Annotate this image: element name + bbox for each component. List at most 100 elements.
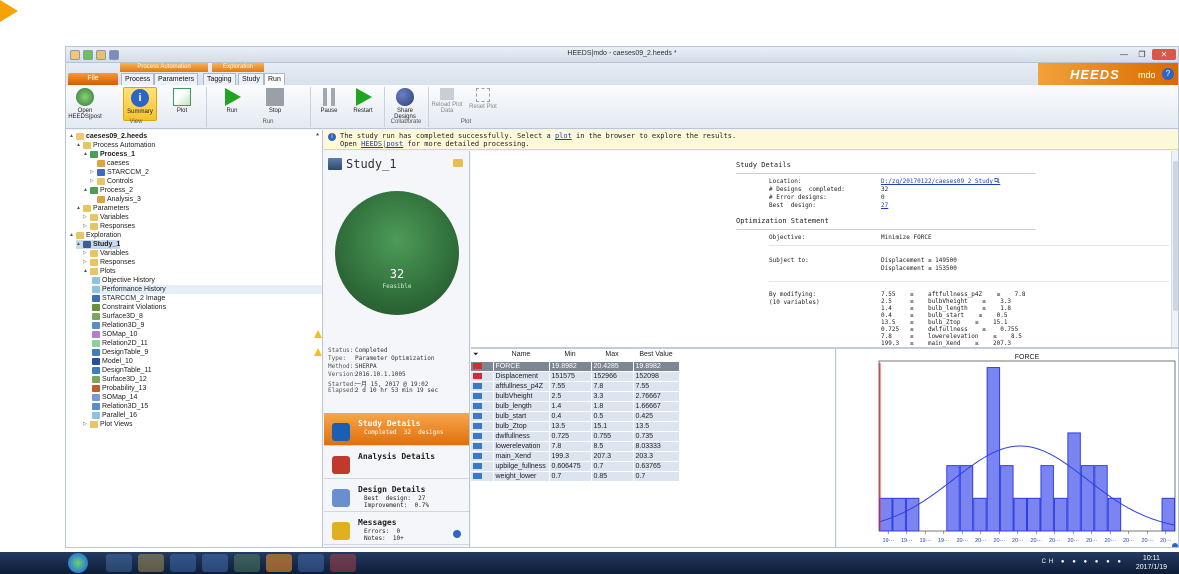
tree-process-2[interactable]: ▲ Process_2 — [83, 186, 133, 195]
folder-icon[interactable] — [453, 159, 463, 167]
tree-plot-item[interactable]: Relation3D_9 — [92, 321, 322, 330]
histogram-bar[interactable] — [1000, 465, 1014, 532]
histogram-bar[interactable] — [1027, 497, 1041, 532]
table-row[interactable]: Displacement 151575 152966 152098 — [471, 371, 680, 382]
table-row[interactable]: main_Xend 199.3 207.3 203.3 — [471, 451, 680, 462]
tree-study-variables[interactable]: ▷ Variables — [83, 249, 129, 258]
run-button[interactable]: Run — [215, 87, 249, 114]
tree-plot-item[interactable]: DesignTable_9 — [92, 348, 322, 357]
best-design-link[interactable]: 27 — [881, 202, 888, 209]
tree-plot-item[interactable]: STARCCM_2 Image — [92, 294, 322, 303]
tree-plot-item[interactable]: Probability_13 — [92, 384, 322, 393]
details-scrollbar[interactable] — [1171, 151, 1178, 347]
clock[interactable]: 10:11 2017/1/19 — [1136, 554, 1167, 572]
column-header[interactable]: Min — [549, 349, 592, 362]
tab-parameters[interactable]: Parameters — [154, 73, 199, 85]
stop-button[interactable]: Stop — [258, 87, 292, 114]
table-row[interactable]: lowerelevation 7.8 8.5 8.03333 — [471, 441, 680, 452]
tree-controls[interactable]: ▷ Controls — [90, 177, 133, 186]
filter-icon[interactable]: ⏷ — [471, 349, 494, 362]
app-taskbar-icon-4[interactable] — [298, 554, 324, 572]
histogram-bar[interactable] — [1040, 465, 1054, 532]
table-row[interactable]: bulb_length 1.4 1.8 1.66667 — [471, 401, 680, 412]
start-button[interactable] — [68, 553, 88, 573]
tree-exploration[interactable]: ▲ Exploration — [69, 231, 121, 240]
tree-process-automation[interactable]: ▲ Process Automation — [76, 141, 155, 150]
tab-run[interactable]: Run — [264, 73, 285, 85]
restart-button[interactable]: Restart — [346, 87, 380, 114]
app-taskbar-icon-5[interactable] — [330, 554, 356, 572]
tab-tagging[interactable]: Tagging — [203, 73, 236, 85]
tree-plot-item[interactable]: Surface3D_12 — [92, 375, 322, 384]
histogram-bar[interactable] — [879, 497, 893, 532]
histogram-bar[interactable] — [1053, 497, 1068, 532]
tree-plot-item[interactable]: Model_10 — [92, 357, 322, 366]
tree-caeses[interactable]: caeses — [90, 159, 129, 168]
table-row[interactable]: weight_lower 0.7 0.85 0.7 — [471, 471, 680, 482]
messages-card[interactable]: Messages Errors: 0 Notes: 10+ — [324, 512, 469, 545]
share-designs-button[interactable]: Share Designs — [388, 87, 422, 120]
table-row[interactable]: bulb_Ztop 13.5 15.1 13.5 — [471, 421, 680, 432]
app-taskbar-icon-2[interactable] — [202, 554, 228, 572]
help-icon[interactable]: ? — [1162, 68, 1174, 80]
app-taskbar-icon-3[interactable] — [234, 554, 260, 572]
histogram-bar[interactable] — [905, 497, 920, 532]
tree-study-1[interactable]: ▲ Study_1 — [76, 240, 121, 249]
summary-button[interactable]: i Summary — [123, 87, 157, 121]
tab-file[interactable]: File — [68, 73, 118, 85]
tree-starccm-2[interactable]: ▷ STARCCM_2 — [90, 168, 149, 177]
table-row[interactable]: upbilge_fullness 0.606475 0.7 0.63765 — [471, 461, 680, 472]
analysis-details-card[interactable]: Analysis Details — [324, 446, 469, 479]
explorer-taskbar-icon[interactable] — [138, 554, 164, 572]
plot-button[interactable]: Plot — [165, 87, 199, 114]
heeds-post-link[interactable]: HEEDS|post — [361, 140, 403, 148]
design-details-card[interactable]: Design Details Best design: 27 Improvemen… — [324, 479, 469, 512]
tree-parameters[interactable]: ▲ Parameters — [76, 204, 129, 213]
tree-plot-views[interactable]: ▷ Plot Views — [83, 420, 133, 429]
location-link[interactable]: D:/zq/20170122/caeses09_2 Study_1 — [881, 178, 1000, 185]
histogram-bar[interactable] — [1094, 465, 1108, 532]
reload-plot-data-button[interactable]: Reload Plot Data — [430, 87, 464, 114]
histogram-bar[interactable] — [1080, 465, 1095, 532]
tab-process[interactable]: Process — [121, 73, 155, 85]
tree-plot-item[interactable]: Relation2D_11 — [92, 339, 322, 348]
column-header[interactable]: Max — [591, 349, 634, 362]
histogram-bar[interactable] — [959, 465, 974, 532]
tree-plot-item[interactable]: Constraint Violations — [92, 303, 322, 312]
info-icon[interactable] — [453, 530, 461, 538]
tree-root[interactable]: ▲ caeses09_2.heeds — [69, 132, 147, 141]
histogram-bar[interactable] — [986, 367, 1001, 532]
app-taskbar-icon-1[interactable] — [170, 554, 196, 572]
tree-plots[interactable]: ▲ Plots — [83, 267, 116, 276]
column-header[interactable]: Best Value — [633, 349, 680, 362]
tree-plot-item[interactable]: Relation3D_15 — [92, 402, 322, 411]
histogram-bar[interactable] — [1161, 497, 1175, 532]
tree-plot-item[interactable]: Surface3D_8 — [92, 312, 322, 321]
histogram-bar[interactable] — [973, 497, 987, 532]
tree-responses[interactable]: ▷ Responses — [83, 222, 135, 231]
pause-button[interactable]: Pause — [312, 87, 346, 114]
ime-indicator[interactable]: CH — [1042, 559, 1057, 565]
tree-analysis-3[interactable]: Analysis_3 — [90, 195, 141, 204]
tab-study[interactable]: Study — [238, 73, 264, 85]
heeds-taskbar-icon[interactable] — [266, 554, 292, 572]
open-heeds-post-button[interactable]: Open HEEDS|post — [68, 87, 102, 120]
close-icon[interactable]: ✕ — [1152, 49, 1176, 60]
histogram-bar[interactable] — [1067, 432, 1081, 532]
tree-variables[interactable]: ▷ Variables — [83, 213, 129, 222]
histogram-bar[interactable] — [1013, 497, 1028, 532]
tree-process-1[interactable]: ▲ Process_1 — [83, 150, 135, 159]
histogram-bar[interactable] — [1107, 497, 1122, 532]
tree-plot-item[interactable]: Parallel_16 — [92, 411, 322, 420]
column-header[interactable]: Name — [493, 349, 550, 362]
tree-plot-item[interactable]: SOMap_10 — [92, 330, 322, 339]
tree-plot-item[interactable]: DesignTable_11 — [92, 366, 322, 375]
table-row[interactable]: bulb_start 0.4 0.5 0.425 — [471, 411, 680, 422]
tree-plot-item[interactable]: Performance History — [92, 285, 322, 294]
restore-icon[interactable]: ❐ — [1134, 49, 1150, 60]
table-row[interactable]: bulbVheight 2.5 3.3 2.76667 — [471, 391, 680, 402]
plot-link[interactable]: plot — [555, 132, 572, 140]
tree-plot-item[interactable]: SOMap_14 — [92, 393, 322, 402]
table-row[interactable]: aftfullness_p4Z 7.55 7.8 7.55 — [471, 381, 680, 392]
ie-taskbar-icon[interactable] — [106, 554, 132, 572]
